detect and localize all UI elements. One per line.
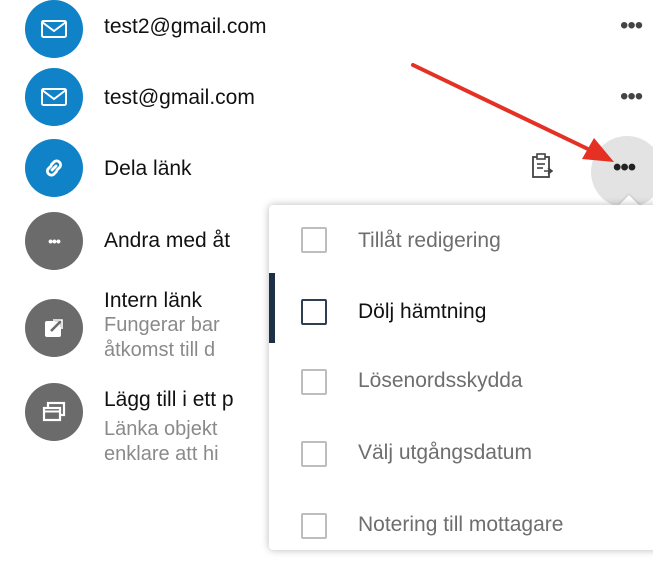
others-avatar: ••• [25, 212, 83, 270]
copy-to-clipboard-icon[interactable] [531, 153, 553, 179]
menu-item-label: Dölj hämtning [358, 300, 487, 323]
checkbox[interactable] [301, 299, 327, 325]
external-link-icon [45, 318, 64, 337]
menu-item-password-protect[interactable]: Lösenordsskydda [269, 345, 653, 415]
menu-item-label: Välj utgångsdatum [358, 441, 532, 464]
share-entry-label: Intern länk [104, 289, 203, 312]
share-entry-label: Dela länk [104, 157, 192, 180]
menu-item-expiration-date[interactable]: Välj utgångsdatum [269, 417, 653, 487]
share-entry-description: Länka objekt [104, 418, 218, 440]
mail-icon [41, 20, 67, 38]
link-avatar [25, 139, 83, 197]
menu-item-label: Lösenordsskydda [358, 369, 523, 392]
ellipsis-icon: ••• [48, 233, 61, 249]
menu-item-allow-editing[interactable]: Tillåt redigering [269, 205, 653, 275]
windows-icon [42, 401, 66, 422]
more-options-icon: ••• [613, 154, 636, 181]
more-options-icon[interactable]: ••• [620, 83, 643, 111]
internal-link-avatar [25, 299, 83, 357]
share-entry-label: test2@gmail.com [104, 15, 267, 38]
share-entry-description: Fungerar bar [104, 314, 220, 336]
share-entry-label: Lägg till i ett p [104, 388, 234, 411]
mail-icon [41, 88, 67, 106]
checkbox[interactable] [301, 227, 327, 253]
checkbox[interactable] [301, 441, 327, 467]
more-options-icon[interactable]: ••• [620, 12, 643, 40]
checkbox[interactable] [301, 513, 327, 539]
project-avatar [25, 383, 83, 441]
checkbox[interactable] [301, 369, 327, 395]
share-entry-description: åtkomst till d [104, 339, 216, 361]
menu-item-hide-download[interactable]: Dölj hämtning [269, 275, 653, 345]
menu-item-note-to-recipient[interactable]: Notering till mottagare [269, 491, 653, 561]
menu-item-label: Notering till mottagare [358, 513, 564, 536]
link-icon [46, 159, 62, 177]
share-entry-description: enklare att hi [104, 443, 219, 465]
mail-avatar [25, 0, 83, 58]
mail-avatar [25, 68, 83, 126]
share-link-options-menu: Tillåt redigering Dölj hämtning Lösenord… [269, 205, 653, 550]
share-entry-label: Andra med åt [104, 229, 231, 252]
menu-item-label: Tillåt redigering [358, 229, 501, 252]
share-entry-label: test@gmail.com [104, 86, 255, 109]
